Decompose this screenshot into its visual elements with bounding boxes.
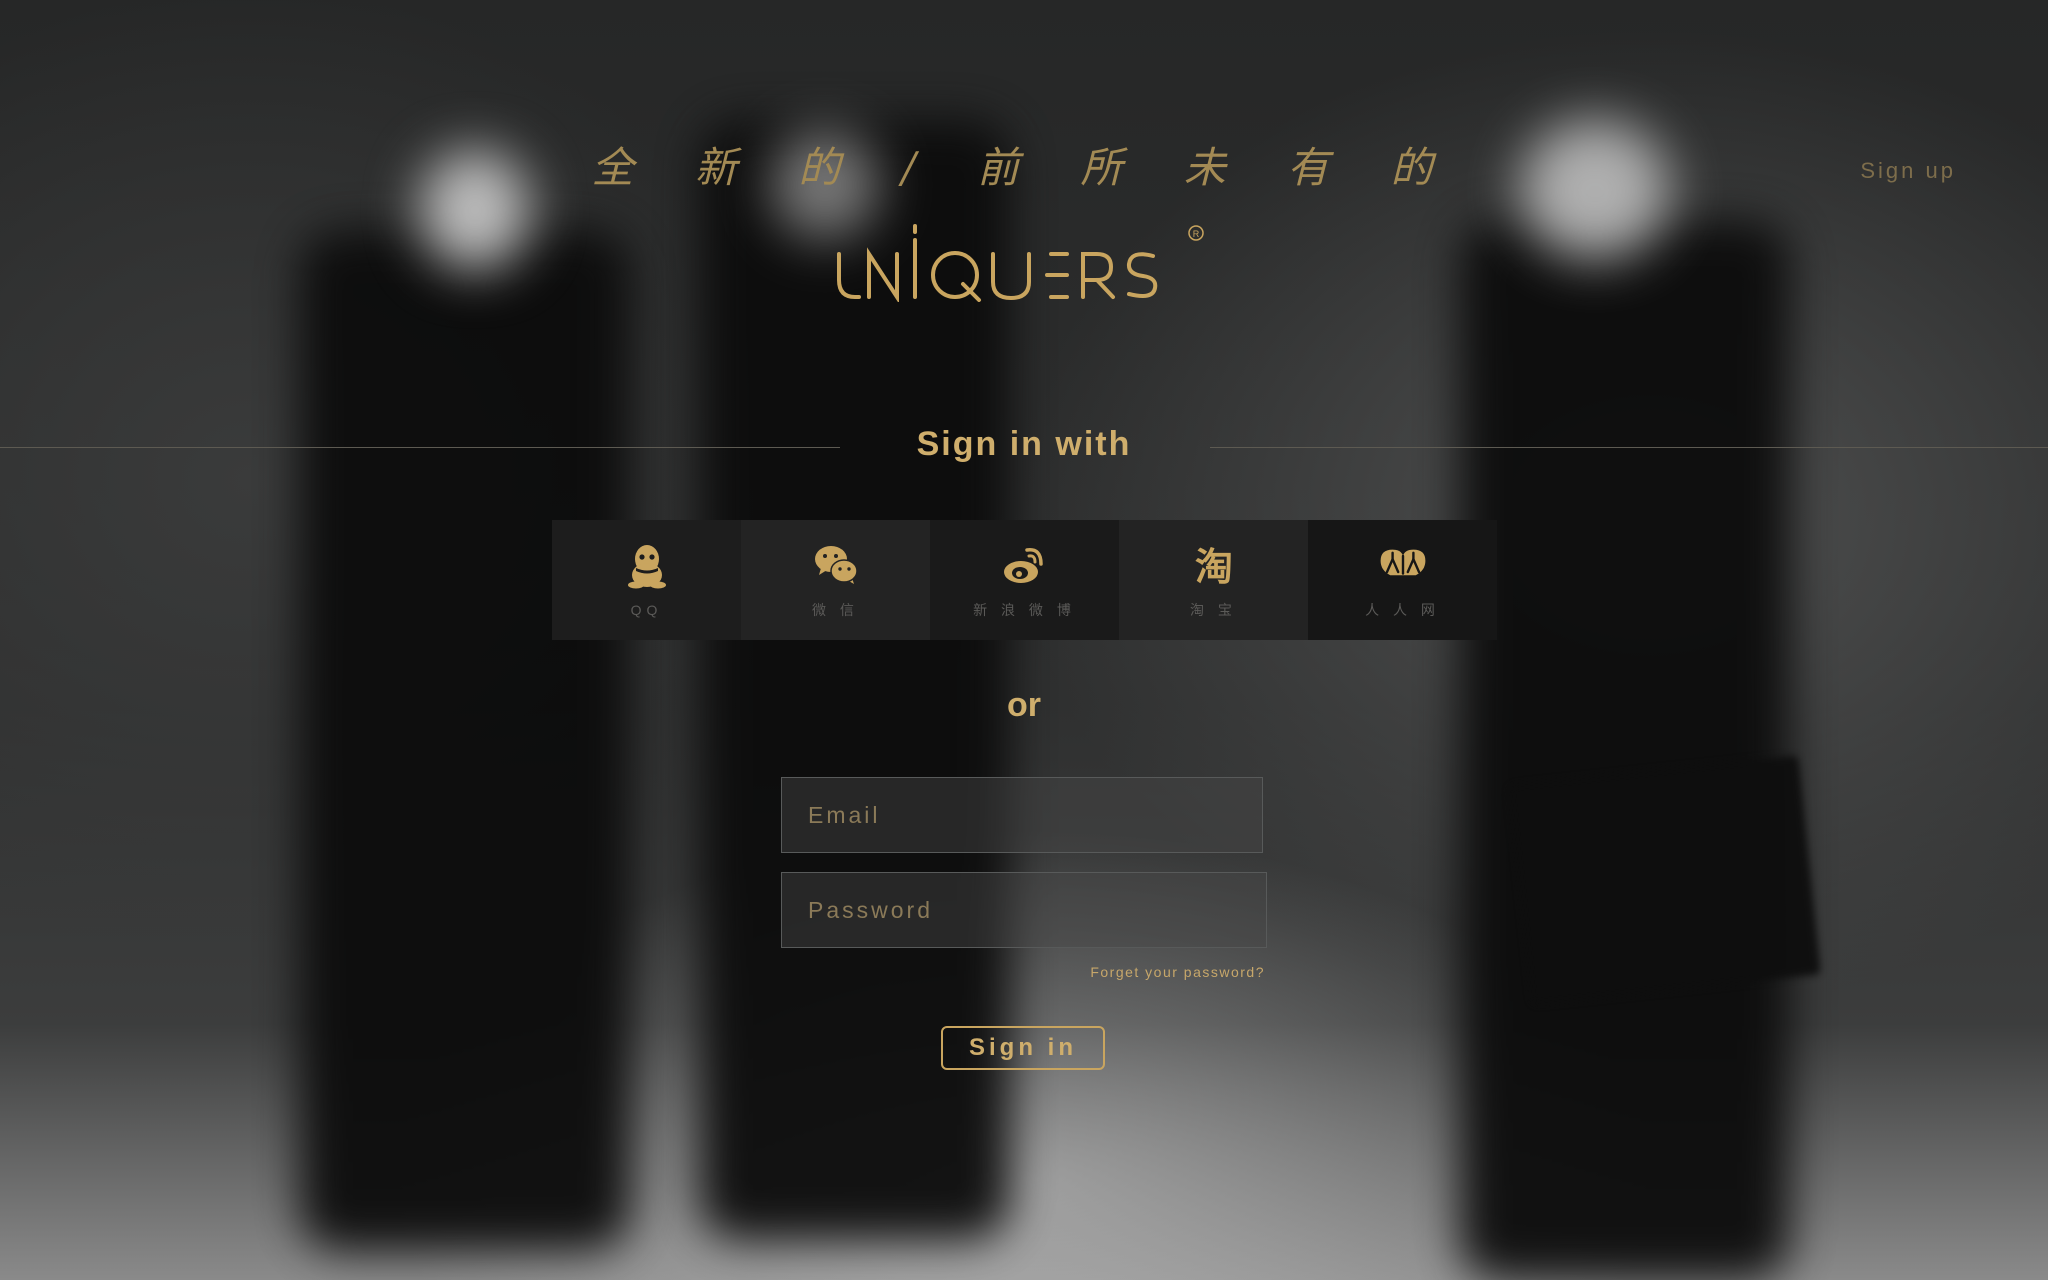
tagline: 全 新 的 / 前 所 未 有 的: [591, 143, 1457, 192]
background-figure-right: [1460, 220, 1790, 1280]
qq-label: QQ: [630, 602, 663, 618]
svg-text:R: R: [1193, 229, 1200, 239]
password-input[interactable]: [781, 872, 1267, 948]
sign-up-link[interactable]: Sign up: [1860, 158, 1956, 184]
renren-icon: [1380, 549, 1425, 576]
forgot-password-link[interactable]: Forget your password?: [1090, 964, 1265, 980]
email-input[interactable]: [781, 777, 1263, 853]
sign-in-button[interactable]: Sign in: [941, 1026, 1105, 1070]
or-separator: or: [1007, 686, 1041, 724]
qq-login-button[interactable]: QQ: [552, 520, 741, 640]
background-figure-left: [300, 230, 630, 1250]
weibo-icon: [1003, 548, 1043, 583]
svg-text:淘: 淘: [1194, 545, 1232, 588]
background-briefcase: [1509, 755, 1821, 1005]
weibo-label: 新 浪 微 博: [973, 602, 1076, 618]
renren-label: 人 人 网: [1365, 602, 1440, 618]
wechat-label: 微 信: [812, 602, 859, 618]
weibo-login-button[interactable]: 新 浪 微 博: [930, 520, 1119, 640]
social-login-bar: QQ 微 信 新 浪 微 博 淘 淘 宝 人 人 网: [552, 520, 1497, 640]
taobao-icon: 淘: [1194, 545, 1232, 588]
taobao-label: 淘 宝: [1190, 602, 1237, 618]
qq-penguin-icon: [627, 545, 666, 589]
wechat-icon: [814, 546, 858, 584]
renren-login-button[interactable]: 人 人 网: [1308, 520, 1497, 640]
uniquers-logo: R: [837, 224, 1204, 302]
sign-in-with-heading: Sign in with: [916, 425, 1132, 463]
taobao-login-button[interactable]: 淘 淘 宝: [1119, 520, 1308, 640]
wechat-login-button[interactable]: 微 信: [741, 520, 930, 640]
